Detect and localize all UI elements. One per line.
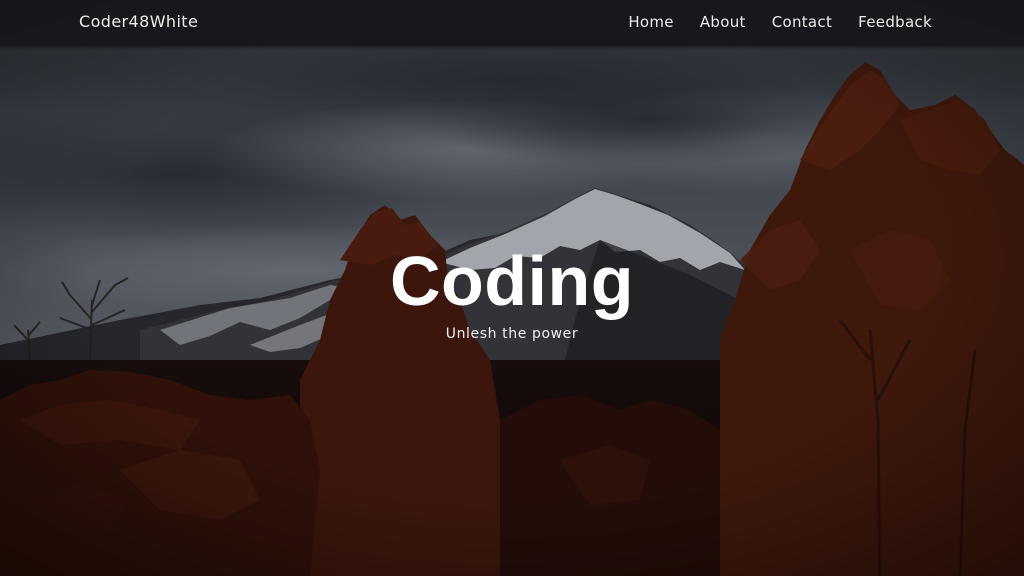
top-navbar: Coder48White Home About Contact Feedback <box>0 0 1024 46</box>
nav-item-feedback: Feedback <box>858 12 932 31</box>
hero-title: Coding <box>389 242 635 320</box>
hero-text-block: Coding Unlesh the power <box>0 238 1024 344</box>
nav-item-about: About <box>700 12 746 31</box>
page: Coder48White Home About Contact Feedback… <box>0 0 1024 576</box>
brand-logo-link[interactable]: Coder48White <box>79 12 198 31</box>
nav-link-home[interactable]: Home <box>628 13 674 31</box>
nav-link-feedback[interactable]: Feedback <box>858 13 932 31</box>
nav-item-home: Home <box>628 12 674 31</box>
nav-link-contact[interactable]: Contact <box>772 13 832 31</box>
hero-subtitle: Unlesh the power <box>445 326 579 342</box>
nav-links: Home About Contact Feedback <box>628 12 932 31</box>
nav-link-about[interactable]: About <box>700 13 746 31</box>
nav-item-contact: Contact <box>772 12 832 31</box>
